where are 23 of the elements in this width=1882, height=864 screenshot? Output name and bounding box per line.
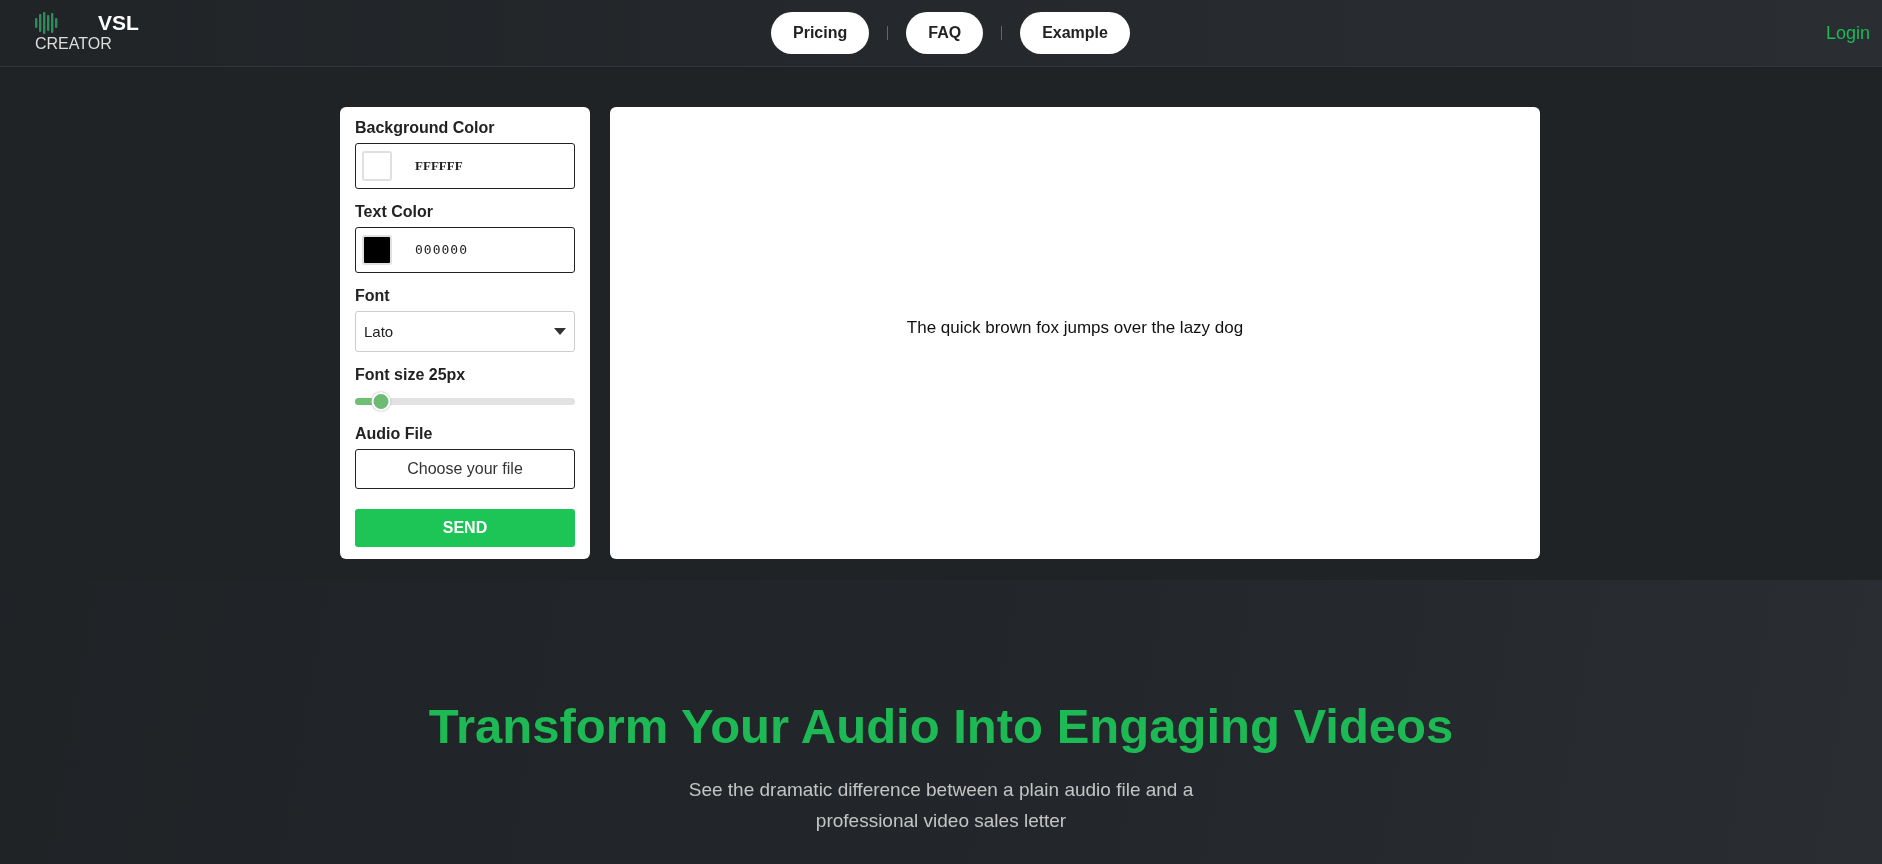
color-swatch[interactable] [362, 150, 392, 181]
field-label: Background Color [355, 119, 496, 137]
nav-link[interactable]: Pricing [771, 12, 870, 54]
preview-text: The quick brown fox jumps over the lazy dog [906, 318, 1244, 338]
hero-subtitle: See the dramatic difference between a plain audio file and a professional video sales letter [687, 778, 1195, 833]
choose-file-button[interactable]: Choose your file [355, 449, 575, 490]
color-input-field[interactable]: FFFFFF [355, 143, 575, 189]
font-select[interactable]: Lato [355, 310, 575, 353]
logo-subtitle: CREATOR [35, 34, 113, 54]
hero-heading: Transform Your Audio Into Engaging Videos [427, 698, 1455, 754]
color-input-field[interactable]: 000000 [355, 226, 575, 273]
caret-icon [554, 327, 566, 335]
field-label: Audio File [355, 425, 434, 444]
field-label: Font size 25px [355, 366, 467, 385]
field-label: Text Color [355, 202, 434, 221]
nav-link[interactable]: Example [1020, 12, 1130, 54]
color-swatch[interactable] [362, 234, 392, 265]
login-link[interactable]: Login [1825, 22, 1882, 44]
nav-link[interactable]: FAQ [906, 12, 984, 54]
logo-title: VSL [98, 12, 140, 34]
field-label: Font [355, 286, 391, 305]
sound-wave-icon [35, 12, 59, 34]
slider-thumb[interactable] [371, 392, 391, 412]
